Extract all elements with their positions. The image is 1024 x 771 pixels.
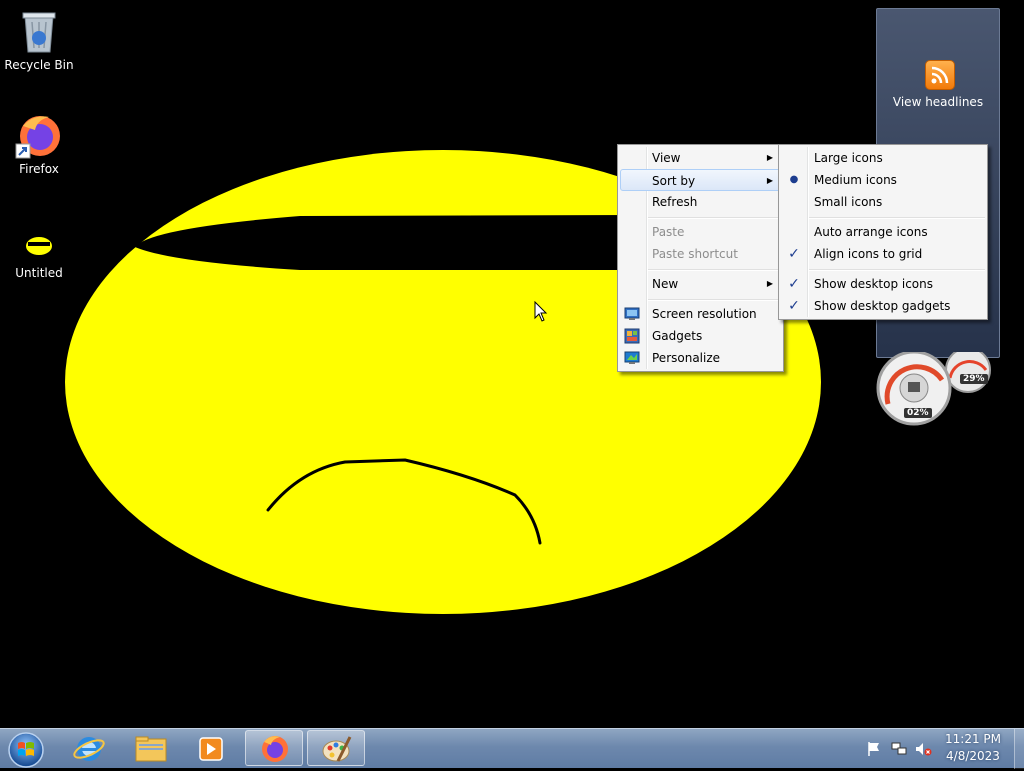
gadgets-icon bbox=[624, 328, 640, 344]
firefox-icon bbox=[262, 736, 288, 762]
clock-time: 11:21 PM bbox=[945, 732, 1001, 746]
menu-item-personalize[interactable]: Personalize bbox=[620, 347, 781, 369]
paint-icon bbox=[322, 736, 352, 762]
desktop-icon-label: Untitled bbox=[15, 266, 63, 280]
menu-item-gadgets[interactable]: Gadgets bbox=[620, 325, 781, 347]
desktop-icon-firefox[interactable]: Firefox bbox=[0, 112, 78, 176]
submenu-item-align-to-grid[interactable]: ✓ Align icons to grid bbox=[781, 243, 985, 265]
internet-explorer-icon bbox=[73, 737, 105, 761]
submenu-arrow-icon: ▶ bbox=[766, 176, 773, 185]
personalize-icon bbox=[624, 351, 640, 364]
submenu-arrow-icon: ▶ bbox=[766, 153, 773, 162]
checkmark-icon: ✓ bbox=[788, 298, 800, 314]
submenu-item-show-desktop-gadgets[interactable]: ✓ Show desktop gadgets bbox=[781, 295, 985, 317]
view-submenu: Large icons ● Medium icons Small icons A… bbox=[778, 144, 988, 320]
menu-separator bbox=[648, 217, 781, 219]
menu-separator bbox=[809, 217, 985, 219]
menu-item-screen-resolution[interactable]: Screen resolution bbox=[620, 303, 781, 325]
menu-item-sort-by[interactable]: Sort by ▶ bbox=[620, 169, 781, 191]
memory-usage-text: 29% bbox=[960, 374, 988, 384]
mouse-cursor-icon bbox=[534, 301, 548, 322]
desktop-icon-untitled[interactable]: Untitled bbox=[0, 216, 78, 280]
view-headlines-link[interactable]: View headlines bbox=[877, 95, 999, 109]
menu-item-refresh[interactable]: Refresh bbox=[620, 191, 781, 213]
media-player-icon bbox=[199, 737, 223, 761]
taskbar-firefox[interactable] bbox=[245, 730, 303, 766]
taskbar-internet-explorer[interactable] bbox=[60, 730, 118, 766]
cpu-meter-gadget[interactable]: 02% 29% bbox=[876, 347, 996, 428]
taskbar: 11:21 PM 4/8/2023 bbox=[0, 728, 1024, 769]
submenu-arrow-icon: ▶ bbox=[766, 279, 773, 288]
submenu-item-auto-arrange[interactable]: Auto arrange icons bbox=[781, 221, 985, 243]
taskbar-paint[interactable] bbox=[307, 730, 365, 766]
menu-item-new[interactable]: New ▶ bbox=[620, 273, 781, 295]
desktop-icon-recycle-bin[interactable]: Recycle Bin bbox=[0, 8, 78, 72]
menu-item-view[interactable]: View ▶ bbox=[620, 147, 781, 169]
cpu-usage-text: 02% bbox=[904, 408, 932, 418]
desktop-icon-label: Recycle Bin bbox=[4, 58, 74, 72]
desktop-wallpaper bbox=[65, 150, 821, 614]
system-clock[interactable]: 11:21 PM 4/8/2023 bbox=[932, 731, 1014, 765]
desktop-context-menu: View ▶ Sort by ▶ Refresh Paste Paste sho… bbox=[617, 144, 784, 372]
menu-item-paste[interactable]: Paste bbox=[620, 221, 781, 243]
firefox-icon bbox=[15, 116, 60, 159]
menu-separator bbox=[809, 269, 985, 271]
submenu-item-show-desktop-icons[interactable]: ✓ Show desktop icons bbox=[781, 273, 985, 295]
network-icon[interactable] bbox=[890, 741, 908, 757]
menu-item-paste-shortcut[interactable]: Paste shortcut bbox=[620, 243, 781, 265]
submenu-item-large-icons[interactable]: Large icons bbox=[781, 147, 985, 169]
menu-separator bbox=[648, 269, 781, 271]
windows-explorer-icon bbox=[135, 736, 167, 762]
paint-file-icon bbox=[26, 237, 52, 255]
checkmark-icon: ✓ bbox=[788, 276, 800, 292]
start-button[interactable] bbox=[4, 730, 44, 768]
menu-separator bbox=[648, 299, 781, 301]
desktop-icon-label: Firefox bbox=[19, 162, 59, 176]
recycle-bin-icon bbox=[22, 12, 56, 53]
show-desktop-button[interactable] bbox=[1014, 729, 1024, 769]
volume-muted-icon[interactable] bbox=[914, 741, 932, 757]
radio-bullet-icon: ● bbox=[789, 174, 799, 185]
rss-feed-icon bbox=[925, 60, 955, 90]
action-center-flag-icon[interactable] bbox=[866, 741, 882, 757]
clock-date: 4/8/2023 bbox=[946, 749, 1000, 763]
taskbar-windows-explorer[interactable] bbox=[121, 730, 179, 766]
windows-start-orb-icon bbox=[8, 732, 44, 768]
submenu-item-small-icons[interactable]: Small icons bbox=[781, 191, 985, 213]
checkmark-icon: ✓ bbox=[788, 246, 800, 262]
submenu-item-medium-icons[interactable]: ● Medium icons bbox=[781, 169, 985, 191]
taskbar-media-player[interactable] bbox=[182, 730, 240, 766]
screen-resolution-icon bbox=[624, 307, 640, 320]
